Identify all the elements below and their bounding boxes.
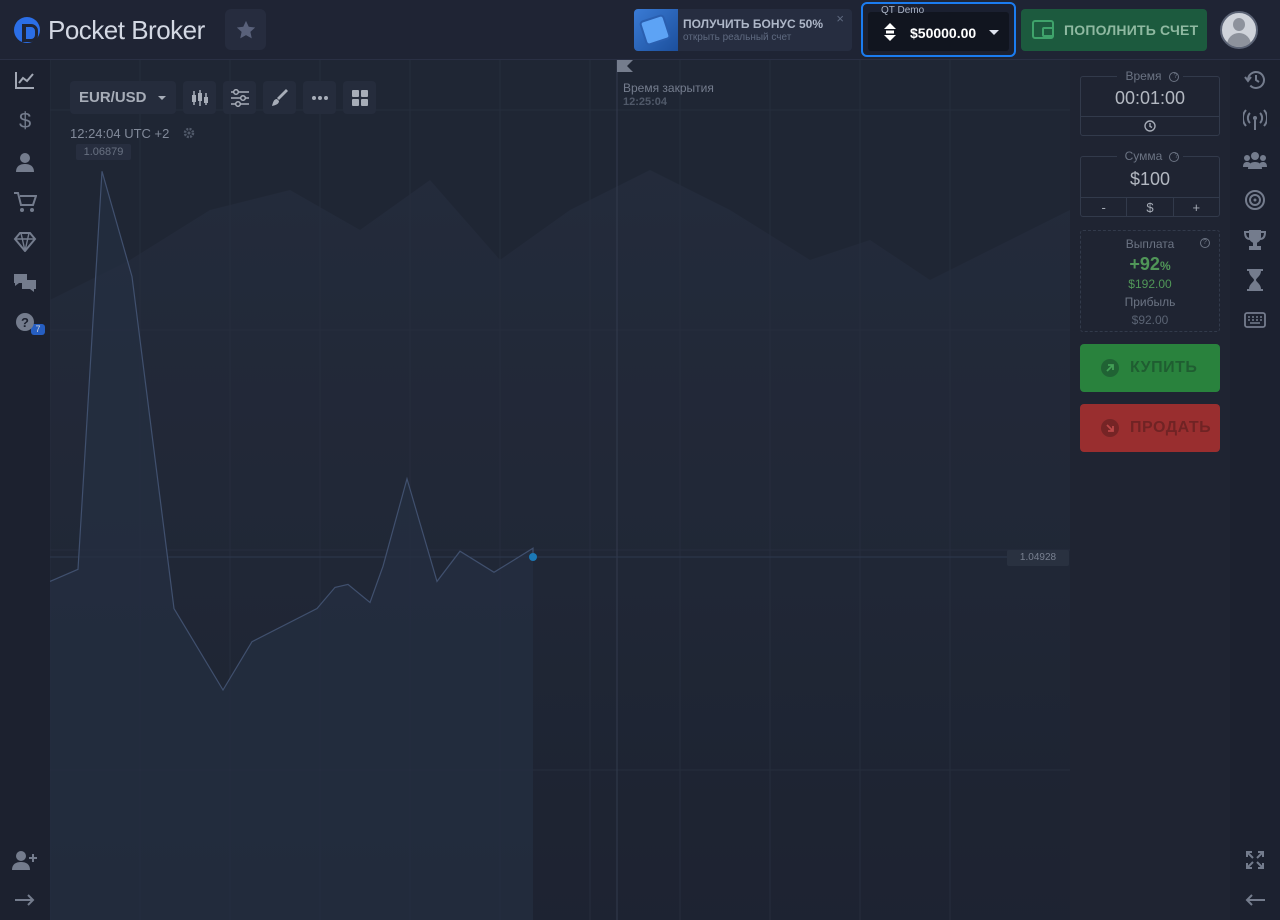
sell-label: ПРОДАТЬ <box>1130 419 1212 436</box>
dollar-icon[interactable]: $ <box>9 104 41 136</box>
top-header: Pocket Broker ПОЛУЧИТЬ БОНУС 50% открыть… <box>0 0 1280 60</box>
svg-text:$: $ <box>19 108 31 132</box>
layout-button[interactable] <box>343 81 376 114</box>
logo-icon <box>14 17 40 43</box>
chart-canvas[interactable] <box>50 60 1070 920</box>
target-icon[interactable] <box>1239 184 1271 216</box>
payout-label: Выплата <box>1125 237 1175 251</box>
arrow-right-icon[interactable] <box>9 884 41 916</box>
amount-currency-button[interactable]: $ <box>1126 198 1172 216</box>
bonus-title: ПОЛУЧИТЬ БОНУС 50% <box>683 17 823 31</box>
trade-panel: Время? 00:01:00 Сумма? $100 - $ + Выплат… <box>1070 60 1230 920</box>
profit-label: Прибыль <box>1124 295 1176 309</box>
time-help-icon[interactable]: ? <box>1168 71 1179 82</box>
expiry-flag-icon <box>617 60 633 72</box>
chart-icon[interactable] <box>9 64 41 96</box>
time-label: Время <box>1121 69 1166 83</box>
help-icon[interactable]: ? <box>9 306 41 338</box>
add-user-icon[interactable] <box>9 844 41 876</box>
clock-icon <box>1144 120 1156 132</box>
time-field[interactable]: Время? 00:01:00 <box>1080 69 1220 136</box>
fullscreen-icon[interactable] <box>1239 844 1271 876</box>
bonus-banner[interactable]: ПОЛУЧИТЬ БОНУС 50% открыть реальный счет… <box>634 9 852 51</box>
current-price-dot <box>529 553 537 561</box>
amount-decrease-button[interactable]: - <box>1081 198 1126 216</box>
candlestick-icon <box>191 89 208 106</box>
deposit-label: ПОПОЛНИТЬ СЧЕТ <box>1064 22 1199 38</box>
payout-amount: $192.00 <box>1128 277 1172 291</box>
chart-type-button[interactable] <box>183 81 216 114</box>
account-type-label: QT Demo <box>881 5 925 16</box>
current-price-label: 1.04928 <box>1007 550 1069 566</box>
chevron-down-icon <box>989 30 999 35</box>
arrow-up-right-icon <box>1101 359 1119 377</box>
sliders-icon <box>230 88 249 107</box>
user-icon[interactable] <box>9 146 41 178</box>
amount-field[interactable]: Сумма? $100 - $ + <box>1080 149 1220 217</box>
profit-value: $92.00 <box>1131 313 1169 327</box>
close-time-label: Время закрытия <box>623 81 714 95</box>
arrow-left-icon[interactable] <box>1239 884 1271 916</box>
signal-icon[interactable] <box>1239 104 1271 136</box>
more-icon <box>311 95 328 100</box>
gear-icon[interactable] <box>182 126 196 140</box>
left-sidebar: $ 7 ? <box>0 60 50 920</box>
time-value[interactable]: 00:01:00 <box>1081 88 1219 109</box>
logo-text: Pocket Broker <box>48 14 205 45</box>
trophy-icon[interactable] <box>1239 224 1271 256</box>
drawing-tools-button[interactable] <box>263 81 296 114</box>
grid-icon <box>351 89 368 106</box>
svg-text:?: ? <box>21 315 29 330</box>
hourglass-icon[interactable] <box>1239 264 1271 296</box>
social-icon[interactable] <box>1239 144 1271 176</box>
keyboard-icon[interactable] <box>1239 304 1271 336</box>
demo-account-icon <box>884 23 896 41</box>
bonus-subtitle: открыть реальный счет <box>683 32 792 43</box>
sell-button[interactable]: ПРОДАТЬ <box>1080 404 1220 452</box>
right-sidebar <box>1230 60 1280 920</box>
wallet-icon <box>1032 20 1054 39</box>
buy-label: КУПИТЬ <box>1130 359 1198 376</box>
logo[interactable]: Pocket Broker <box>14 14 205 46</box>
max-price-label: 1.06879 <box>76 144 131 160</box>
brush-icon <box>271 88 288 106</box>
avatar[interactable] <box>1220 11 1258 49</box>
bonus-close-icon[interactable]: × <box>836 11 844 26</box>
time-picker-button[interactable] <box>1081 117 1219 135</box>
diamond-icon[interactable] <box>9 226 41 258</box>
amount-label: Сумма <box>1120 149 1167 163</box>
star-icon <box>236 20 255 38</box>
asset-pair-label: EUR/USD <box>79 89 147 106</box>
chevron-down-icon <box>158 96 166 100</box>
favorites-button[interactable] <box>225 9 266 50</box>
buy-button[interactable]: КУПИТЬ <box>1080 344 1220 392</box>
price-chart[interactable]: EUR/USD 12:24:04 UTC +2 1.06879 Время за… <box>50 60 1070 920</box>
gift-icon <box>634 9 678 51</box>
arrow-down-right-icon <box>1101 419 1119 437</box>
chat-icon[interactable] <box>9 266 41 298</box>
payout-box: Выплата ? +92% $192.00 Прибыль $92.00 <box>1080 230 1220 332</box>
payout-help-icon[interactable]: ? <box>1200 238 1210 248</box>
amount-value[interactable]: $100 <box>1081 169 1219 190</box>
cart-icon[interactable] <box>9 186 41 218</box>
account-selector[interactable]: $50000.00 QT Demo <box>861 2 1016 57</box>
deposit-button[interactable]: ПОПОЛНИТЬ СЧЕТ <box>1021 9 1207 51</box>
asset-selector[interactable]: EUR/USD <box>70 81 176 114</box>
account-balance: $50000.00 <box>910 25 977 41</box>
amount-help-icon[interactable]: ? <box>1169 151 1180 162</box>
close-time-value: 12:25:04 <box>623 96 668 108</box>
account-balance-box[interactable]: $50000.00 <box>868 12 1009 51</box>
history-icon[interactable] <box>1239 64 1271 96</box>
indicators-button[interactable] <box>223 81 256 114</box>
server-time: 12:24:04 UTC +2 <box>70 126 170 141</box>
payout-percent: +92% <box>1129 254 1171 274</box>
more-button[interactable] <box>303 81 336 114</box>
amount-increase-button[interactable]: + <box>1172 198 1219 216</box>
